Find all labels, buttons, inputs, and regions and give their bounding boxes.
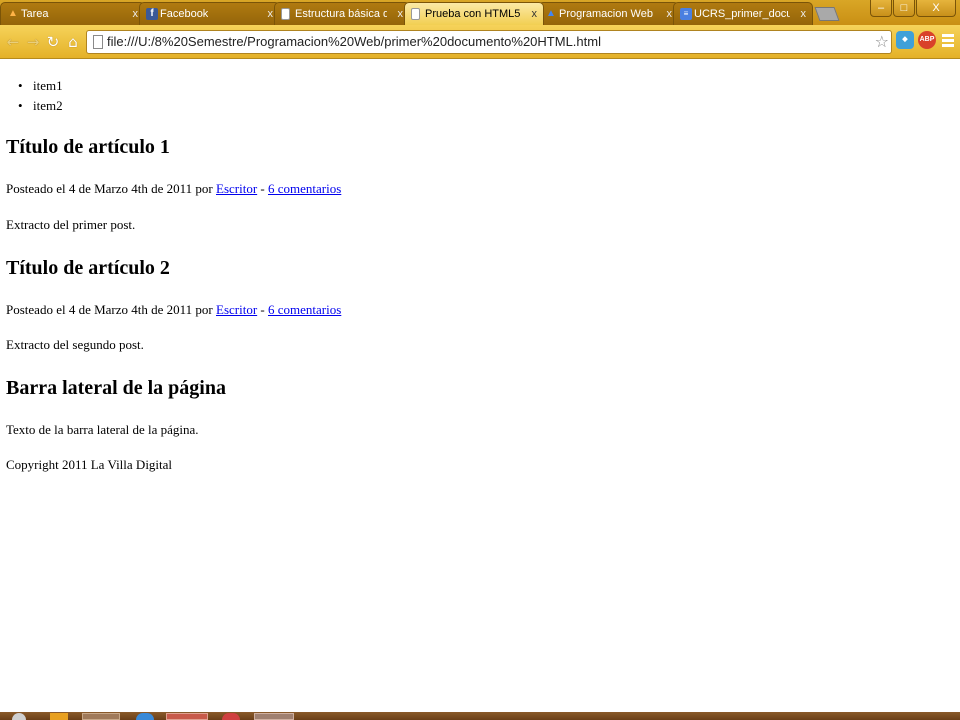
article-1-excerpt: Extracto del primer post. (6, 217, 136, 232)
home-icon[interactable]: ⌂ (62, 31, 84, 53)
tab-title: Facebook (160, 8, 209, 20)
author-link[interactable]: Escritor (216, 181, 257, 196)
shield-extension-icon[interactable]: ◆ (896, 31, 914, 49)
tab-title: Tarea (21, 8, 49, 20)
flame-icon: ▲ (8, 8, 18, 19)
tab-title: Programacion Web - Goo (559, 8, 656, 20)
facebook-icon: f (146, 8, 158, 20)
taskbar-app-icon[interactable] (50, 713, 68, 720)
maximize-button[interactable]: □ (893, 0, 915, 17)
author-link[interactable]: Escritor (216, 302, 257, 317)
item-list: • item1 • item2 (18, 76, 63, 116)
tab-tarea[interactable]: ▲ Tarea x (0, 2, 145, 25)
taskbar-app-icon[interactable] (136, 713, 154, 720)
forward-arrow-icon[interactable]: → (22, 31, 44, 53)
taskbar-app-icon[interactable] (222, 713, 240, 720)
tab-title: Estructura básica de una p (295, 8, 387, 20)
meta-separator: - (257, 181, 268, 196)
list-item: • item2 (18, 96, 63, 116)
new-tab-button[interactable] (814, 7, 840, 21)
article-1-meta: Posteado el 4 de Marzo 4th de 2011 por E… (6, 180, 341, 198)
taskbar-app-icon[interactable] (82, 713, 120, 720)
address-bar[interactable]: file:///U:/8%20Semestre/Programacion%20W… (86, 30, 892, 54)
window-controls: – □ X (869, 0, 956, 17)
tab-programacion-web[interactable]: ▲ Programacion Web - Goo x (538, 2, 679, 25)
reload-icon[interactable]: ↻ (42, 31, 64, 53)
browser-toolbar: ← → ↻ ⌂ file:///U:/8%20Semestre/Programa… (0, 25, 960, 59)
meta-prefix: Posteado el 4 de Marzo 4th de 2011 por (6, 181, 216, 196)
bullet-icon: • (18, 78, 23, 93)
tab-strip: ▲ Tarea x f Facebook x Estructura básica… (0, 2, 840, 25)
close-tab-icon[interactable]: x (133, 7, 139, 21)
article-2-meta: Posteado el 4 de Marzo 4th de 2011 por E… (6, 301, 341, 319)
tab-ucrs-documento[interactable]: ≡ UCRS_primer_documento x (673, 2, 813, 25)
url-text[interactable]: file:///U:/8%20Semestre/Programacion%20W… (107, 34, 601, 49)
page-icon (411, 8, 420, 20)
tab-title: Prueba con HTML5 (425, 8, 521, 20)
close-tab-icon[interactable]: x (801, 7, 807, 21)
close-tab-icon[interactable]: x (398, 7, 404, 21)
minimize-button[interactable]: – (870, 0, 892, 17)
page-content: • item1 • item2 Título de artículo 1 Poste… (0, 60, 960, 712)
article-2-excerpt: Extracto del segundo post. (6, 337, 144, 352)
meta-separator: - (257, 302, 268, 317)
windows-taskbar (0, 712, 960, 720)
tab-facebook[interactable]: f Facebook x (139, 2, 280, 25)
bullet-icon: • (18, 98, 23, 113)
comments-link[interactable]: 6 comentarios (268, 181, 341, 196)
taskbar-app-icon[interactable] (166, 713, 208, 720)
tab-prueba-html5[interactable]: Prueba con HTML5 x (404, 2, 544, 25)
docs-icon: ≡ (680, 8, 692, 20)
article-1-title: Título de artículo 1 (6, 136, 170, 158)
bookmark-star-icon[interactable]: ☆ (875, 32, 889, 51)
close-tab-icon[interactable]: x (532, 7, 538, 21)
footer-text: Copyright 2011 La Villa Digital (6, 457, 173, 472)
page-icon (93, 35, 103, 49)
meta-prefix: Posteado el 4 de Marzo 4th de 2011 por (6, 302, 216, 317)
sidebar-title: Barra lateral de la página (6, 377, 226, 399)
comments-link[interactable]: 6 comentarios (268, 302, 341, 317)
close-window-button[interactable]: X (916, 0, 956, 17)
close-tab-icon[interactable]: x (268, 7, 274, 21)
adblock-plus-icon[interactable]: ABP (918, 31, 936, 49)
browser-title-bar: ▲ Tarea x f Facebook x Estructura básica… (0, 0, 960, 25)
sidebar-text: Texto de la barra lateral de la página. (6, 422, 199, 437)
list-item: • item1 (18, 76, 63, 96)
list-item-label: item1 (33, 78, 63, 93)
list-item-label: item2 (33, 98, 63, 113)
drive-icon: ▲ (546, 8, 556, 19)
taskbar-app-icon[interactable] (254, 713, 294, 720)
close-tab-icon[interactable]: x (667, 7, 673, 21)
start-button[interactable] (12, 713, 26, 720)
menu-icon[interactable] (942, 34, 954, 49)
tab-estructura[interactable]: Estructura básica de una p x (274, 2, 410, 25)
page-icon (281, 8, 290, 20)
back-arrow-icon[interactable]: ← (2, 31, 24, 53)
article-2-title: Título de artículo 2 (6, 257, 170, 279)
tab-title: UCRS_primer_documento (694, 8, 790, 20)
